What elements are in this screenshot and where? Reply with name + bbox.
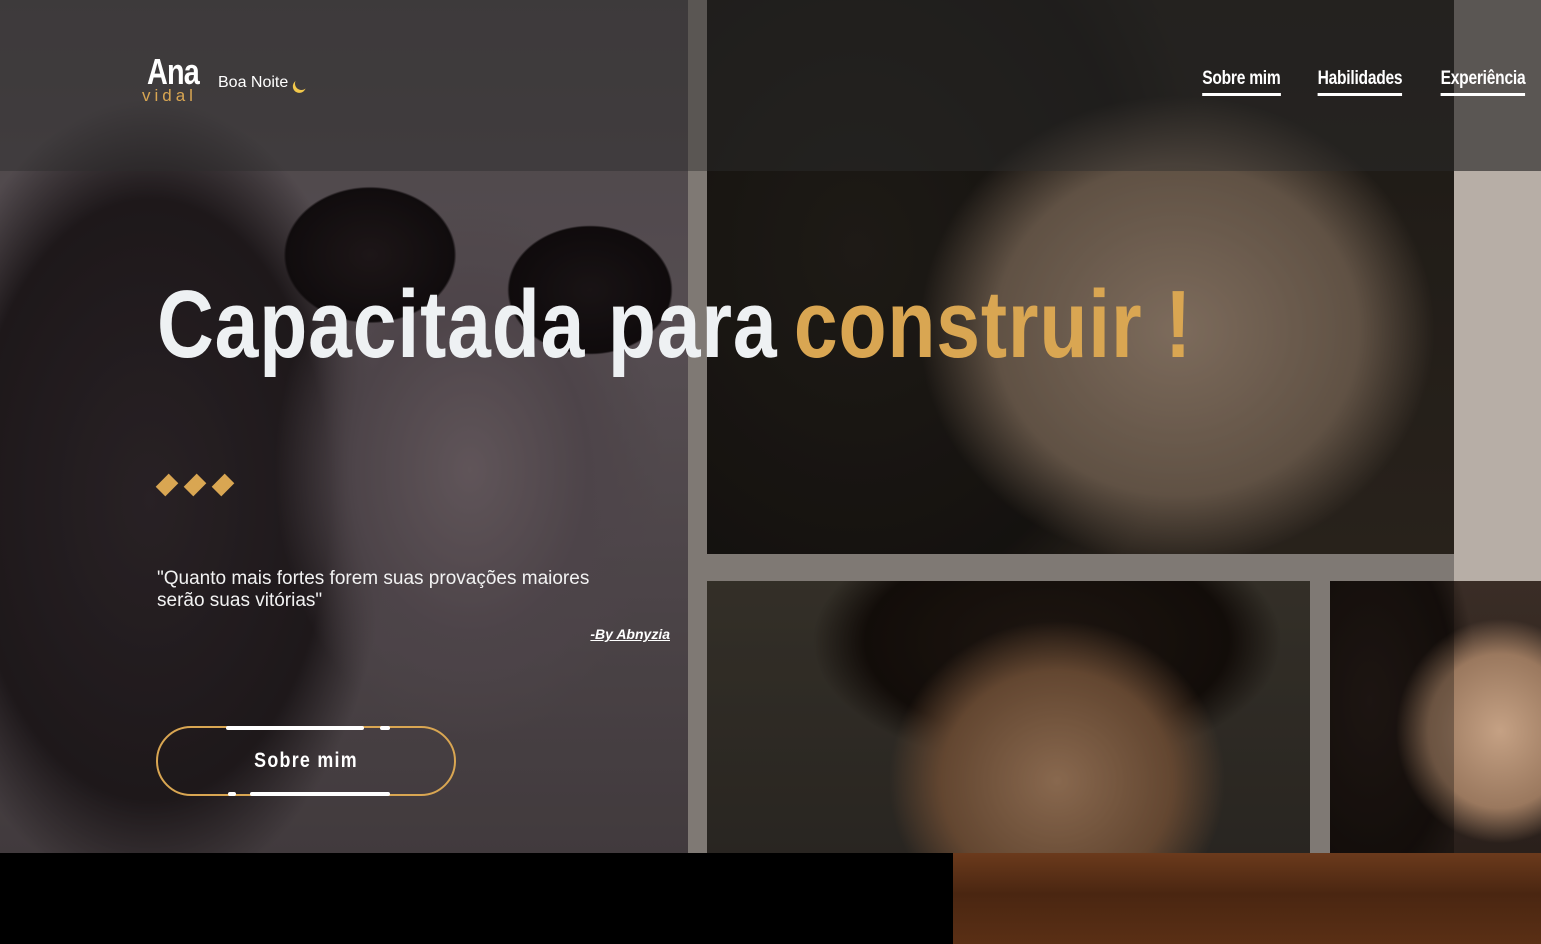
moon-icon: [293, 75, 310, 92]
main-nav: Sobre mim Habilidades Experiência: [1185, 68, 1525, 96]
portrait-photo-glasses: [707, 581, 1310, 853]
nav-item-habilidades[interactable]: Habilidades: [1317, 68, 1403, 96]
next-section-preview: [953, 853, 1541, 944]
diamond-icon: [211, 473, 235, 497]
site-header: Ana vidal Boa Noite Sobre mim Habilidade…: [0, 0, 1541, 171]
greeting-text: Boa Noite: [218, 74, 289, 91]
headline-white: Capacitada para: [157, 271, 778, 378]
hero-headline: Capacitada para construir !: [157, 270, 1192, 380]
headline-accent: construir !: [793, 271, 1193, 378]
nav-item-experiencia[interactable]: Experiência: [1440, 68, 1525, 96]
button-streak: [226, 726, 364, 730]
about-me-button[interactable]: Sobre mim: [156, 726, 456, 796]
about-me-button-label: Sobre mim: [254, 749, 358, 772]
hero-section: Ana vidal Boa Noite Sobre mim Habilidade…: [0, 0, 1541, 853]
decorative-diamonds: [155, 473, 235, 497]
site-logo[interactable]: Ana vidal: [142, 52, 214, 106]
diamond-icon: [155, 473, 179, 497]
hero-quote: "Quanto mais fortes forem suas provações…: [157, 568, 590, 611]
logo-surname: vidal: [142, 86, 197, 105]
nav-item-sobre-mim[interactable]: Sobre mim: [1201, 68, 1281, 96]
button-streak: [250, 792, 390, 796]
greeting: Boa Noite: [218, 74, 308, 92]
button-streak: [228, 792, 236, 796]
diamond-icon: [183, 473, 207, 497]
portrait-photo-curly-hair: [1330, 581, 1541, 853]
button-streak: [380, 726, 390, 730]
quote-author-link[interactable]: -By Abnyzia: [560, 626, 670, 642]
